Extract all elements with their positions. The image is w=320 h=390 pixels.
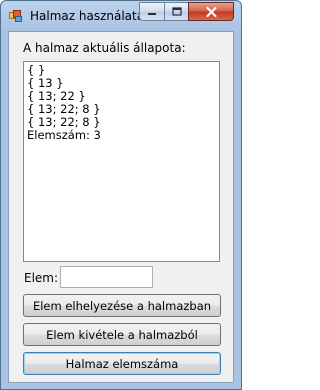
maximize-icon <box>171 7 182 16</box>
main-window: Halmaz használata A halmaz aktuális álla… <box>0 0 242 390</box>
element-label: Elem: <box>24 271 59 285</box>
app-window-icon[interactable] <box>9 9 23 23</box>
minimize-button[interactable] <box>139 2 165 21</box>
remove-element-button[interactable]: Elem kivétele a halmazból <box>23 323 221 346</box>
window-title: Halmaz használata <box>30 9 145 23</box>
state-label: A halmaz aktuális állapota: <box>23 41 186 55</box>
count-elements-button[interactable]: Halmaz elemszáma <box>23 352 221 375</box>
close-button[interactable] <box>188 2 234 21</box>
close-icon <box>206 6 216 17</box>
minimize-icon <box>148 12 156 15</box>
maximize-button[interactable] <box>164 2 189 21</box>
locate-element-button[interactable]: Elem elhelyezése a halmazban <box>23 294 221 317</box>
form-client-area: A halmaz aktuális állapota: { } { 13 } {… <box>8 31 234 383</box>
title-bar[interactable]: Halmaz használata <box>1 1 241 31</box>
list-item[interactable]: Elemszám: 3 <box>27 129 216 142</box>
element-input[interactable] <box>60 266 153 288</box>
state-listbox[interactable]: { } { 13 } { 13; 22 } { 13; 22; 8 } { 13… <box>23 61 220 262</box>
